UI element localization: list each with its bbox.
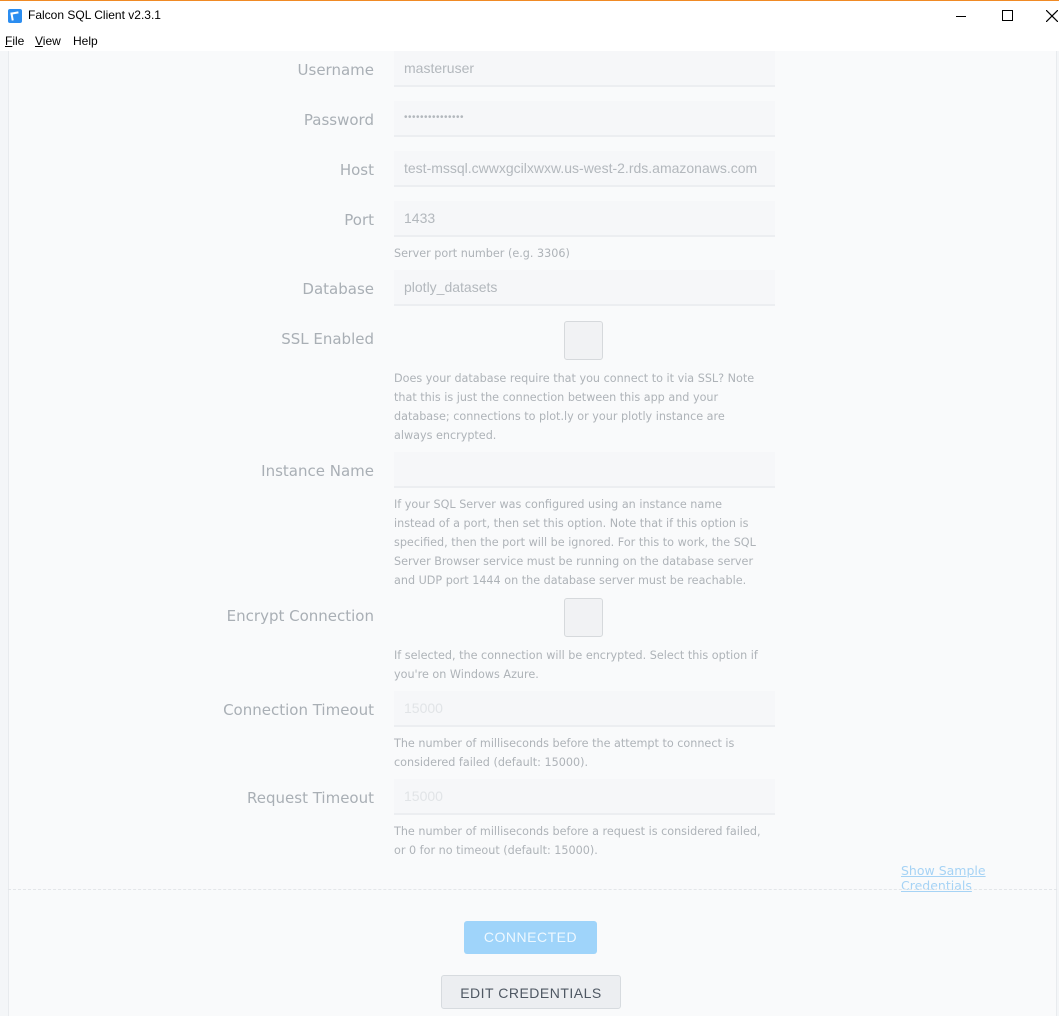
- menu-file[interactable]: File: [5, 34, 24, 48]
- database-input[interactable]: plotly_datasets: [394, 270, 775, 306]
- connection-timeout-help-text: The number of milliseconds before the at…: [394, 737, 735, 769]
- host-label: Host: [339, 161, 374, 179]
- ssl-help-text: Does your database require that you conn…: [394, 372, 755, 442]
- username-label: Username: [297, 61, 374, 79]
- menu-view[interactable]: View: [35, 34, 61, 48]
- ssl-checkbox[interactable]: [564, 321, 603, 360]
- close-icon: [1046, 10, 1058, 22]
- encrypt-connection-checkbox[interactable]: [564, 598, 603, 637]
- username-input[interactable]: masteruser: [394, 51, 775, 87]
- window-title: Falcon SQL Client v2.3.1: [28, 8, 161, 22]
- connection-timeout-input[interactable]: 15000: [394, 691, 775, 727]
- title-bar: Falcon SQL Client v2.3.1: [0, 0, 1059, 31]
- connection-timeout-label: Connection Timeout: [223, 701, 374, 719]
- ssl-label: SSL Enabled: [281, 330, 374, 348]
- section-divider: [8, 889, 1057, 890]
- minimize-button[interactable]: [938, 1, 984, 31]
- menu-help[interactable]: Help: [73, 34, 98, 48]
- menu-bar: File View Help: [0, 31, 1059, 51]
- content-area: Username masteruser Password •••••••••••…: [0, 51, 1059, 1016]
- connected-button[interactable]: CONNECTED: [464, 921, 597, 954]
- instance-name-label: Instance Name: [261, 462, 374, 480]
- falcon-app-icon: [8, 9, 22, 23]
- request-timeout-input[interactable]: 15000: [394, 779, 775, 815]
- database-label: Database: [302, 280, 374, 298]
- port-help-text: Server port number (e.g. 3306): [394, 247, 570, 260]
- close-button[interactable]: [1028, 1, 1059, 31]
- password-input[interactable]: •••••••••••••••: [394, 101, 775, 137]
- edit-credentials-button[interactable]: EDIT CREDENTIALS: [441, 975, 621, 1009]
- port-label: Port: [344, 211, 374, 229]
- encrypt-connection-help-text: If selected, the connection will be encr…: [394, 649, 758, 681]
- instance-name-input[interactable]: [394, 452, 775, 488]
- password-label: Password: [303, 111, 374, 129]
- request-timeout-label: Request Timeout: [247, 789, 374, 807]
- maximize-button[interactable]: [984, 1, 1030, 31]
- request-timeout-help-text: The number of milliseconds before a requ…: [394, 825, 761, 857]
- port-input[interactable]: 1433: [394, 201, 775, 237]
- encrypt-connection-label: Encrypt Connection: [226, 607, 374, 625]
- instance-name-help-text: If your SQL Server was configured using …: [394, 498, 756, 587]
- host-input[interactable]: test-mssql.cwwxgcilxwxw.us-west-2.rds.am…: [394, 151, 775, 187]
